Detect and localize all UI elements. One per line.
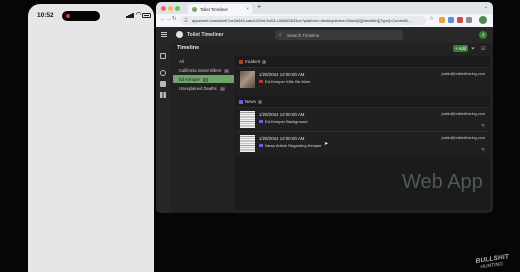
address-bar: ← → ↻ ☰ appsheet.com/start/?ce2a349-caed… [156, 14, 493, 27]
edit-icon[interactable]: ✎ [481, 123, 485, 129]
category-count: 1 [224, 68, 230, 73]
event-title-text: Ed Kemper Kills His Mom [265, 79, 311, 84]
event-date: 1/28/2024 12:00:00 AM [259, 136, 305, 141]
extensions-icon[interactable] [466, 17, 472, 23]
owner-email: justin@bullshitharing.com [441, 72, 485, 76]
tag-icon [259, 79, 263, 84]
event-title: Ed Kemper Kills His Mom [259, 79, 310, 84]
tab-close-icon[interactable]: × [246, 6, 249, 11]
menu-icon[interactable] [161, 32, 167, 37]
search-icon: ⌕ [279, 31, 282, 38]
reload-icon[interactable]: ↻ [172, 16, 177, 22]
phone-time: 10:52 [37, 12, 54, 19]
appsheet-app: Toilet Timeliner ⌕ Search Timeline J Tim… [156, 27, 493, 213]
timeline-list: Incident 1 1/28/2024 12:00:00 AM Ed Kempe… [235, 56, 490, 210]
event-title-text: Ed Kemper Background [265, 119, 308, 124]
news-tag-icon [239, 99, 243, 104]
group-label: News [245, 99, 256, 104]
browser-tab[interactable]: Toilet Timeliner × [188, 4, 252, 14]
category-item[interactable]: Unexplained Deaths 1 [173, 84, 234, 92]
browser-window: Toilet Timeliner × + ⌄ ← → ↻ ☰ appsheet.… [156, 2, 493, 213]
owner-email: justin@bullshitharing.com [441, 136, 485, 140]
grid-icon[interactable] [160, 92, 166, 98]
category-count: 1 [219, 86, 225, 91]
app-title: Toilet Timeliner [187, 31, 224, 38]
extension-icon[interactable] [457, 17, 463, 23]
battery-icon [142, 13, 151, 18]
new-tab-button[interactable]: + [257, 4, 261, 11]
tag-icon [259, 119, 263, 124]
group-header-news[interactable]: News 2 [239, 99, 262, 104]
tab-strip: Toilet Timeliner × + ⌄ [156, 2, 493, 14]
bookmark-star-icon[interactable]: ☆ [429, 16, 434, 22]
avatar[interactable]: J [479, 31, 487, 39]
timeline-card[interactable]: 1/28/2024 12:00:00 AM Ed Kemper Backgrou… [236, 107, 489, 131]
event-title-text: News Article Regarding Kemper [265, 143, 322, 148]
tab-title: Toilet Timeliner [200, 7, 228, 12]
maximize-window-icon[interactable] [175, 6, 180, 11]
signal-icon [126, 13, 134, 18]
event-title: News Article Regarding Kemper [259, 143, 322, 148]
edit-icon[interactable]: ✎ [481, 147, 485, 153]
favicon-icon [192, 6, 197, 12]
event-date: 1/28/2024 12:00:00 AM [259, 112, 305, 117]
forward-arrow-icon[interactable]: → [166, 16, 172, 22]
timeline-card[interactable]: 1/28/2024 12:00:00 AM Ed Kemper Kills Hi… [236, 67, 489, 96]
mouse-cursor-icon: ➤ [324, 141, 329, 147]
event-date: 1/28/2024 12:00:00 AM [259, 72, 305, 77]
record-dot-icon [66, 14, 70, 18]
phone-mockup: 10:52 ◠ [28, 4, 154, 272]
web-app-watermark: Web App [402, 171, 483, 193]
group-header-incident[interactable]: Incident 1 [239, 59, 267, 64]
channel-logo: BULLSHIT HUNTING [475, 252, 519, 272]
category-item[interactable]: California Serial Killers 1 [173, 66, 234, 74]
group-count: 2 [257, 100, 262, 104]
tag-icon [259, 143, 263, 148]
event-title: Ed Kemper Background [259, 119, 307, 124]
url-input[interactable]: ☰ appsheet.com/start/?ce2a349-caed-42bd-… [180, 16, 426, 25]
group-label: Incident [245, 59, 261, 64]
category-count: 3 [203, 77, 209, 82]
select-icon[interactable]: ☑ [481, 46, 485, 52]
dynamic-island [62, 11, 100, 21]
tab-menu-icon[interactable]: ⌄ [484, 4, 488, 10]
incident-tag-icon [239, 59, 243, 64]
timeline-card[interactable]: 1/28/2024 12:00:00 AM News Article Regar… [236, 131, 489, 155]
category-all[interactable]: All [173, 57, 234, 65]
search-placeholder: Search Timeline [287, 32, 320, 38]
document-thumbnail [240, 111, 255, 128]
group-count: 1 [262, 60, 267, 64]
url-text: appsheet.com/start/?ce2a349-caed-42bd-9a… [192, 18, 412, 24]
category-label: California Serial Killers [179, 67, 222, 73]
category-label: Ed Kemper [179, 76, 200, 82]
view-title: Timeline [177, 45, 200, 51]
site-info-icon[interactable]: ☰ [184, 18, 188, 24]
photo-icon[interactable] [160, 81, 166, 87]
owner-email: justin@bullshitharing.com [441, 112, 485, 116]
screen: 10:52 ◠ Toilet Timeliner × + ⌄ ← → ↻ ☰ a… [0, 0, 520, 272]
category-label: All [179, 58, 184, 64]
search-input[interactable]: ⌕ Search Timeline [275, 30, 403, 40]
extension-icon[interactable] [448, 17, 454, 23]
nav-rail [156, 43, 170, 213]
category-item-selected[interactable]: Ed Kemper 3 [173, 75, 234, 83]
profile-icon[interactable] [479, 16, 487, 24]
app-header: Toilet Timeliner ⌕ Search Timeline J [156, 27, 493, 43]
filter-icon[interactable]: ⏷ [471, 46, 475, 52]
close-window-icon[interactable] [161, 6, 166, 11]
category-label: Unexplained Deaths [179, 85, 217, 91]
document-thumbnail [240, 135, 255, 152]
wifi-icon: ◠ [136, 12, 142, 18]
add-button[interactable]: + Add [453, 45, 468, 52]
extension-icon[interactable] [439, 17, 445, 23]
timeline-view-icon[interactable] [160, 53, 166, 59]
phone-status-bar: 10:52 ◠ [28, 11, 154, 23]
photo-thumbnail [240, 71, 255, 88]
info-icon[interactable] [160, 70, 166, 76]
minimize-window-icon[interactable] [168, 6, 173, 11]
back-arrow-icon[interactable]: ← [160, 16, 166, 22]
app-logo [176, 31, 183, 38]
